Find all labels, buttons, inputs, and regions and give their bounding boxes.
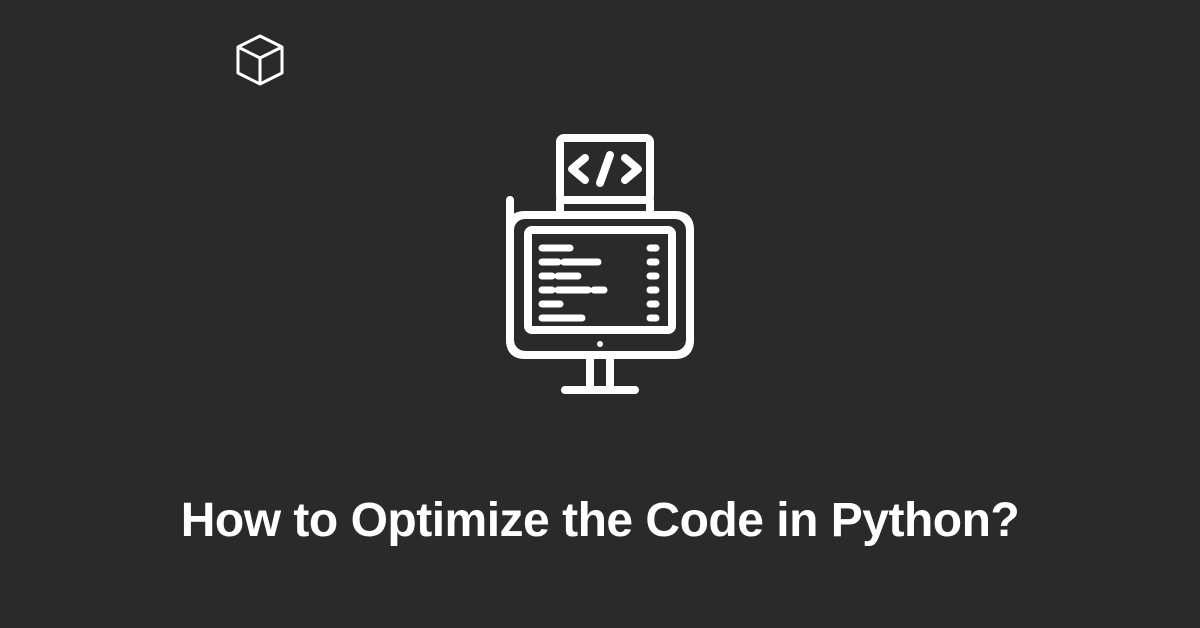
computer-code-illustration-icon bbox=[470, 130, 730, 415]
page-title: How to Optimize the Code in Python? bbox=[0, 493, 1200, 548]
logo-cube-icon bbox=[230, 30, 290, 95]
